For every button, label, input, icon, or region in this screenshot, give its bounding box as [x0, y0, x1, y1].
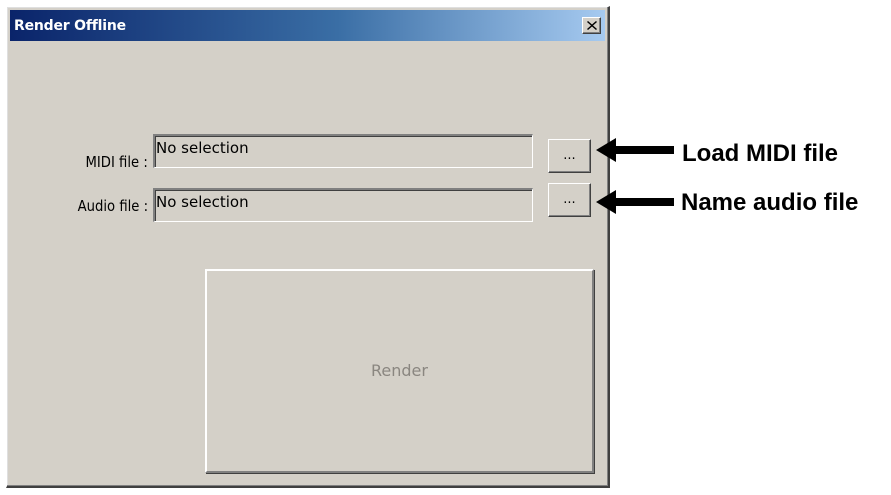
render-button[interactable]: Render	[205, 269, 594, 473]
midi-file-field[interactable]: No selection	[153, 134, 533, 168]
browse-audio-button[interactable]: ...	[548, 183, 591, 217]
window-title: Render Offline	[14, 18, 126, 34]
arrow-left-icon	[596, 190, 674, 214]
close-icon	[587, 21, 597, 30]
title-bar[interactable]: Render Offline	[10, 10, 605, 41]
arrow-left-icon	[596, 138, 674, 162]
annotation-name-audio: Name audio file	[681, 189, 859, 216]
render-offline-dialog: Render Offline MIDI file : No selection …	[6, 6, 610, 488]
annotation-load-midi: Load MIDI file	[682, 140, 838, 167]
audio-file-label: Audio file :	[77, 197, 148, 215]
midi-file-label: MIDI file :	[85, 153, 148, 171]
audio-file-field[interactable]: No selection	[153, 188, 533, 222]
browse-midi-button[interactable]: ...	[548, 139, 591, 173]
close-button[interactable]	[582, 17, 601, 34]
